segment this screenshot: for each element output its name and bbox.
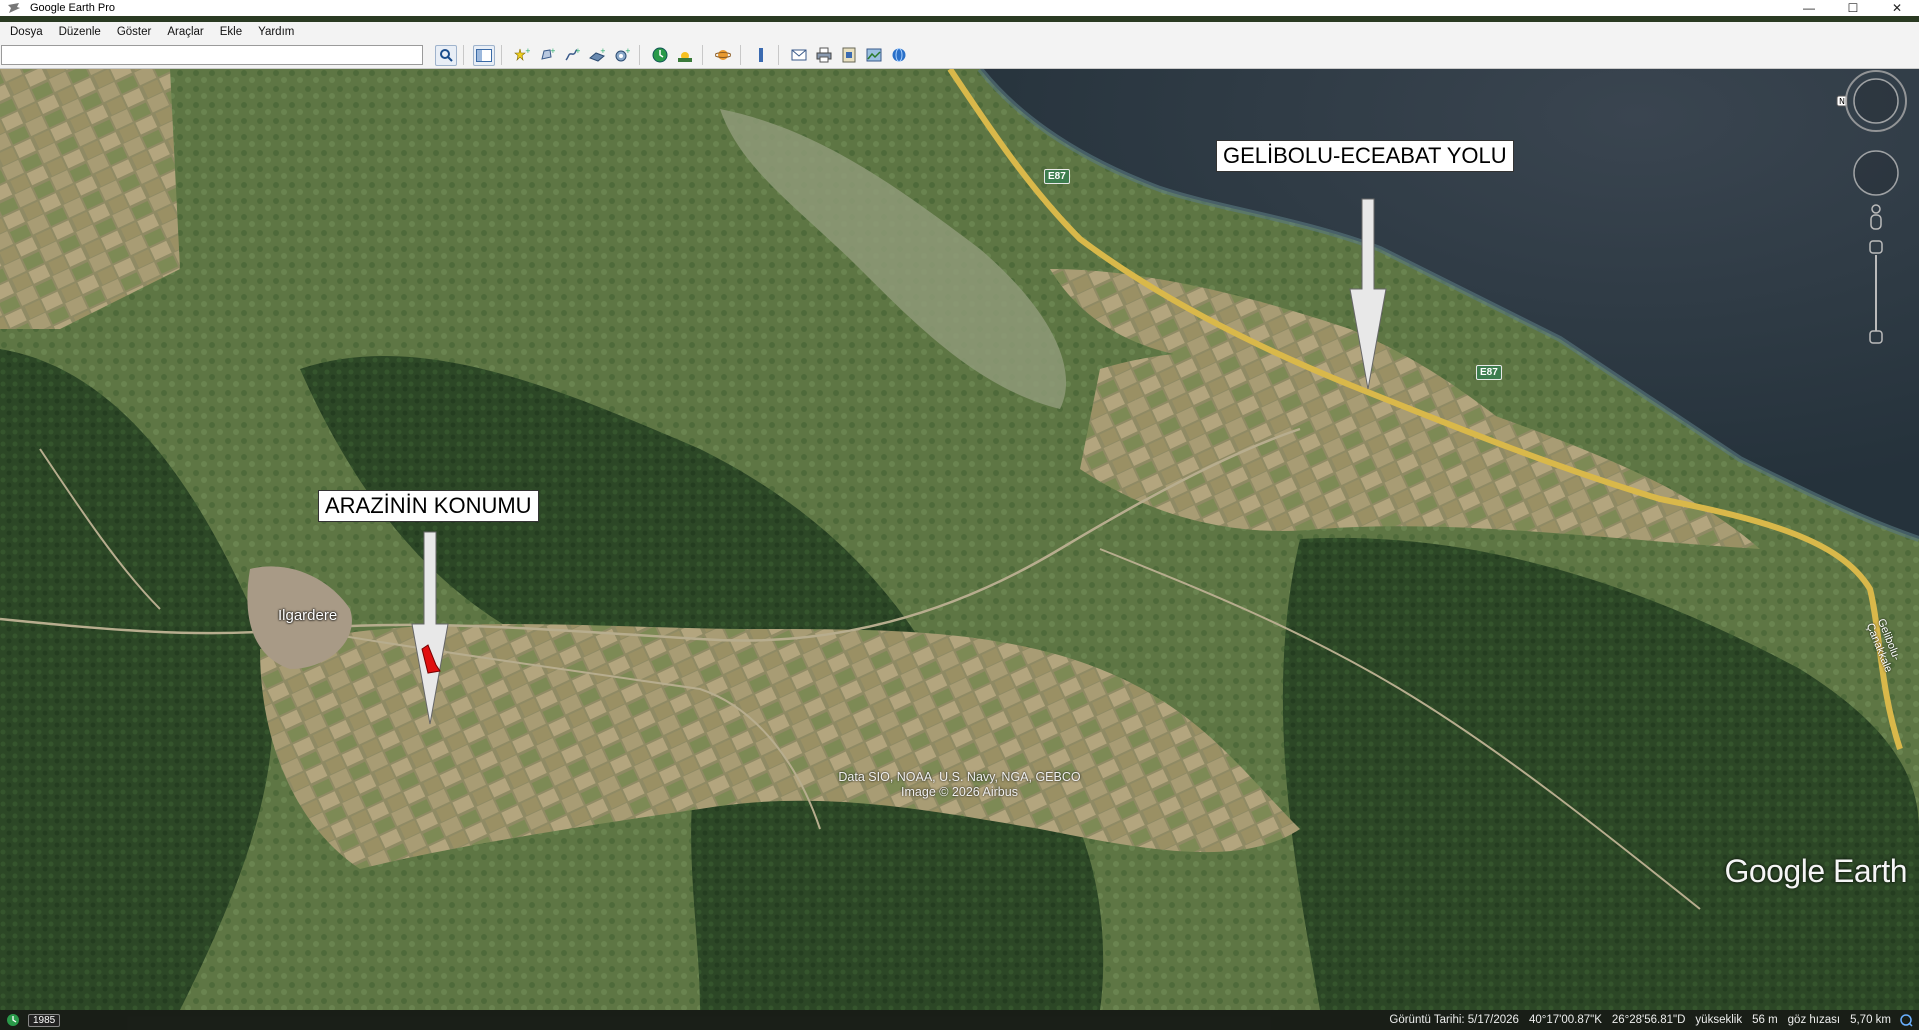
zoom-slider[interactable] [1869,240,1883,344]
toolbar: + + + + + [0,42,1919,69]
window-title: Google Earth Pro [30,2,115,14]
minimize-button[interactable]: — [1787,0,1831,16]
web-button[interactable] [888,45,910,66]
image-overlay-icon: + [589,47,605,62]
email-icon [791,49,807,61]
road-shield: E87 [1476,365,1502,380]
save-image-button[interactable] [838,45,860,66]
callout-parcel: ARAZİNİN KONUMU [318,490,539,523]
menu-bar: Dosya Düzenle Göster Araçlar Ekle Yardım [0,22,1919,42]
status-left: 1985 [6,1013,61,1027]
eye-altitude-value: 5,70 km [1850,1014,1891,1026]
add-path-button[interactable]: + [561,45,583,66]
menu-yardim[interactable]: Yardım [248,26,300,38]
record-tour-button[interactable]: + [611,45,633,66]
satellite-imagery [0,69,1919,1010]
map-viewport[interactable]: GELİBOLU-ECEABAT YOLU ARAZİNİN KONUMU Il… [0,69,1919,1010]
ruler-icon [759,48,763,62]
sunlight-button[interactable] [674,45,696,66]
add-placemark-button[interactable]: + [511,45,533,66]
historical-year-badge[interactable]: 1985 [28,1013,61,1027]
email-button[interactable] [788,45,810,66]
menu-dosya[interactable]: Dosya [0,26,49,38]
elevation-value: 56 m [1752,1014,1778,1026]
attribution-line2: Image © 2026 Airbus [901,785,1018,799]
toolbar-separator [778,45,779,65]
svg-text:+: + [525,47,530,55]
sidebar-toggle-button[interactable] [473,44,495,66]
print-icon [816,47,832,63]
polygon-icon: + [541,47,555,60]
streaming-status-icon [1900,1014,1913,1027]
historical-imagery-icon[interactable] [6,1013,20,1027]
search-icon [440,49,453,62]
web-icon [892,48,906,62]
svg-text:+: + [625,47,630,55]
google-earth-logo: Google Earth [1724,853,1907,889]
switch-planet-button[interactable] [712,45,734,66]
close-button[interactable]: ✕ [1875,0,1919,16]
ruler-button[interactable] [750,45,772,66]
add-image-overlay-button[interactable]: + [586,45,608,66]
save-image-icon [842,47,856,63]
menu-duzenle[interactable]: Düzenle [49,26,107,38]
street-view-pegman-icon[interactable] [1870,204,1882,230]
search-button[interactable] [435,44,457,66]
imagery-date: Görüntü Tarihi: 5/17/2026 [1389,1014,1519,1026]
planet-icon [715,50,731,60]
toolbar-separator [463,45,464,65]
road-shield: E87 [1044,169,1070,184]
toolbar-separator [639,45,640,65]
menu-ekle[interactable]: Ekle [210,26,248,38]
look-joystick[interactable] [1845,70,1907,132]
longitude-readout: 26°28'56.81"D [1611,1014,1686,1026]
toolbar-separator [501,45,502,65]
navigation-controls: N [1829,69,1919,449]
add-polygon-button[interactable]: + [536,45,558,66]
eye-altitude-label: göz hızası [1787,1014,1841,1026]
sunlight-icon [678,52,692,62]
sidebar-icon [476,48,492,62]
record-tour-icon: + [615,47,630,62]
svg-text:+: + [575,47,580,55]
elevation-label: yükseklik [1695,1014,1743,1026]
status-bar: 1985 Görüntü Tarihi: 5/17/2026 40°17'00.… [0,1010,1919,1030]
attribution-line1: Data SIO, NOAA, U.S. Navy, NGA, GEBCO [838,770,1081,784]
svg-text:+: + [600,47,605,55]
map-view-button[interactable] [863,45,885,66]
historical-imagery-button[interactable] [649,45,671,66]
status-readouts: Görüntü Tarihi: 5/17/2026 40°17'00.87"K … [1379,1010,1913,1030]
move-joystick[interactable] [1853,150,1899,196]
window-controls: — ☐ ✕ [1787,0,1919,16]
title-bar: Google Earth Pro — ☐ ✕ [0,0,1919,16]
path-icon: + [565,47,580,61]
toolbar-separator [702,45,703,65]
place-label: Ilgardere [278,607,338,624]
map-view-icon [866,48,882,62]
svg-text:N: N [1839,97,1845,106]
maximize-button[interactable]: ☐ [1831,0,1875,16]
latitude-readout: 40°17'00.87"K [1528,1014,1602,1026]
print-button[interactable] [813,45,835,66]
menu-araclar[interactable]: Araçlar [157,26,209,38]
placemark-icon: + [514,47,530,61]
callout-road: GELİBOLU-ECEABAT YOLU [1216,140,1514,173]
search-input[interactable] [1,45,423,65]
toolbar-separator [740,45,741,65]
historical-imagery-icon [652,47,668,63]
menu-goster[interactable]: Göster [107,26,158,38]
svg-text:+: + [550,47,555,55]
google-earth-app-icon [6,0,22,16]
